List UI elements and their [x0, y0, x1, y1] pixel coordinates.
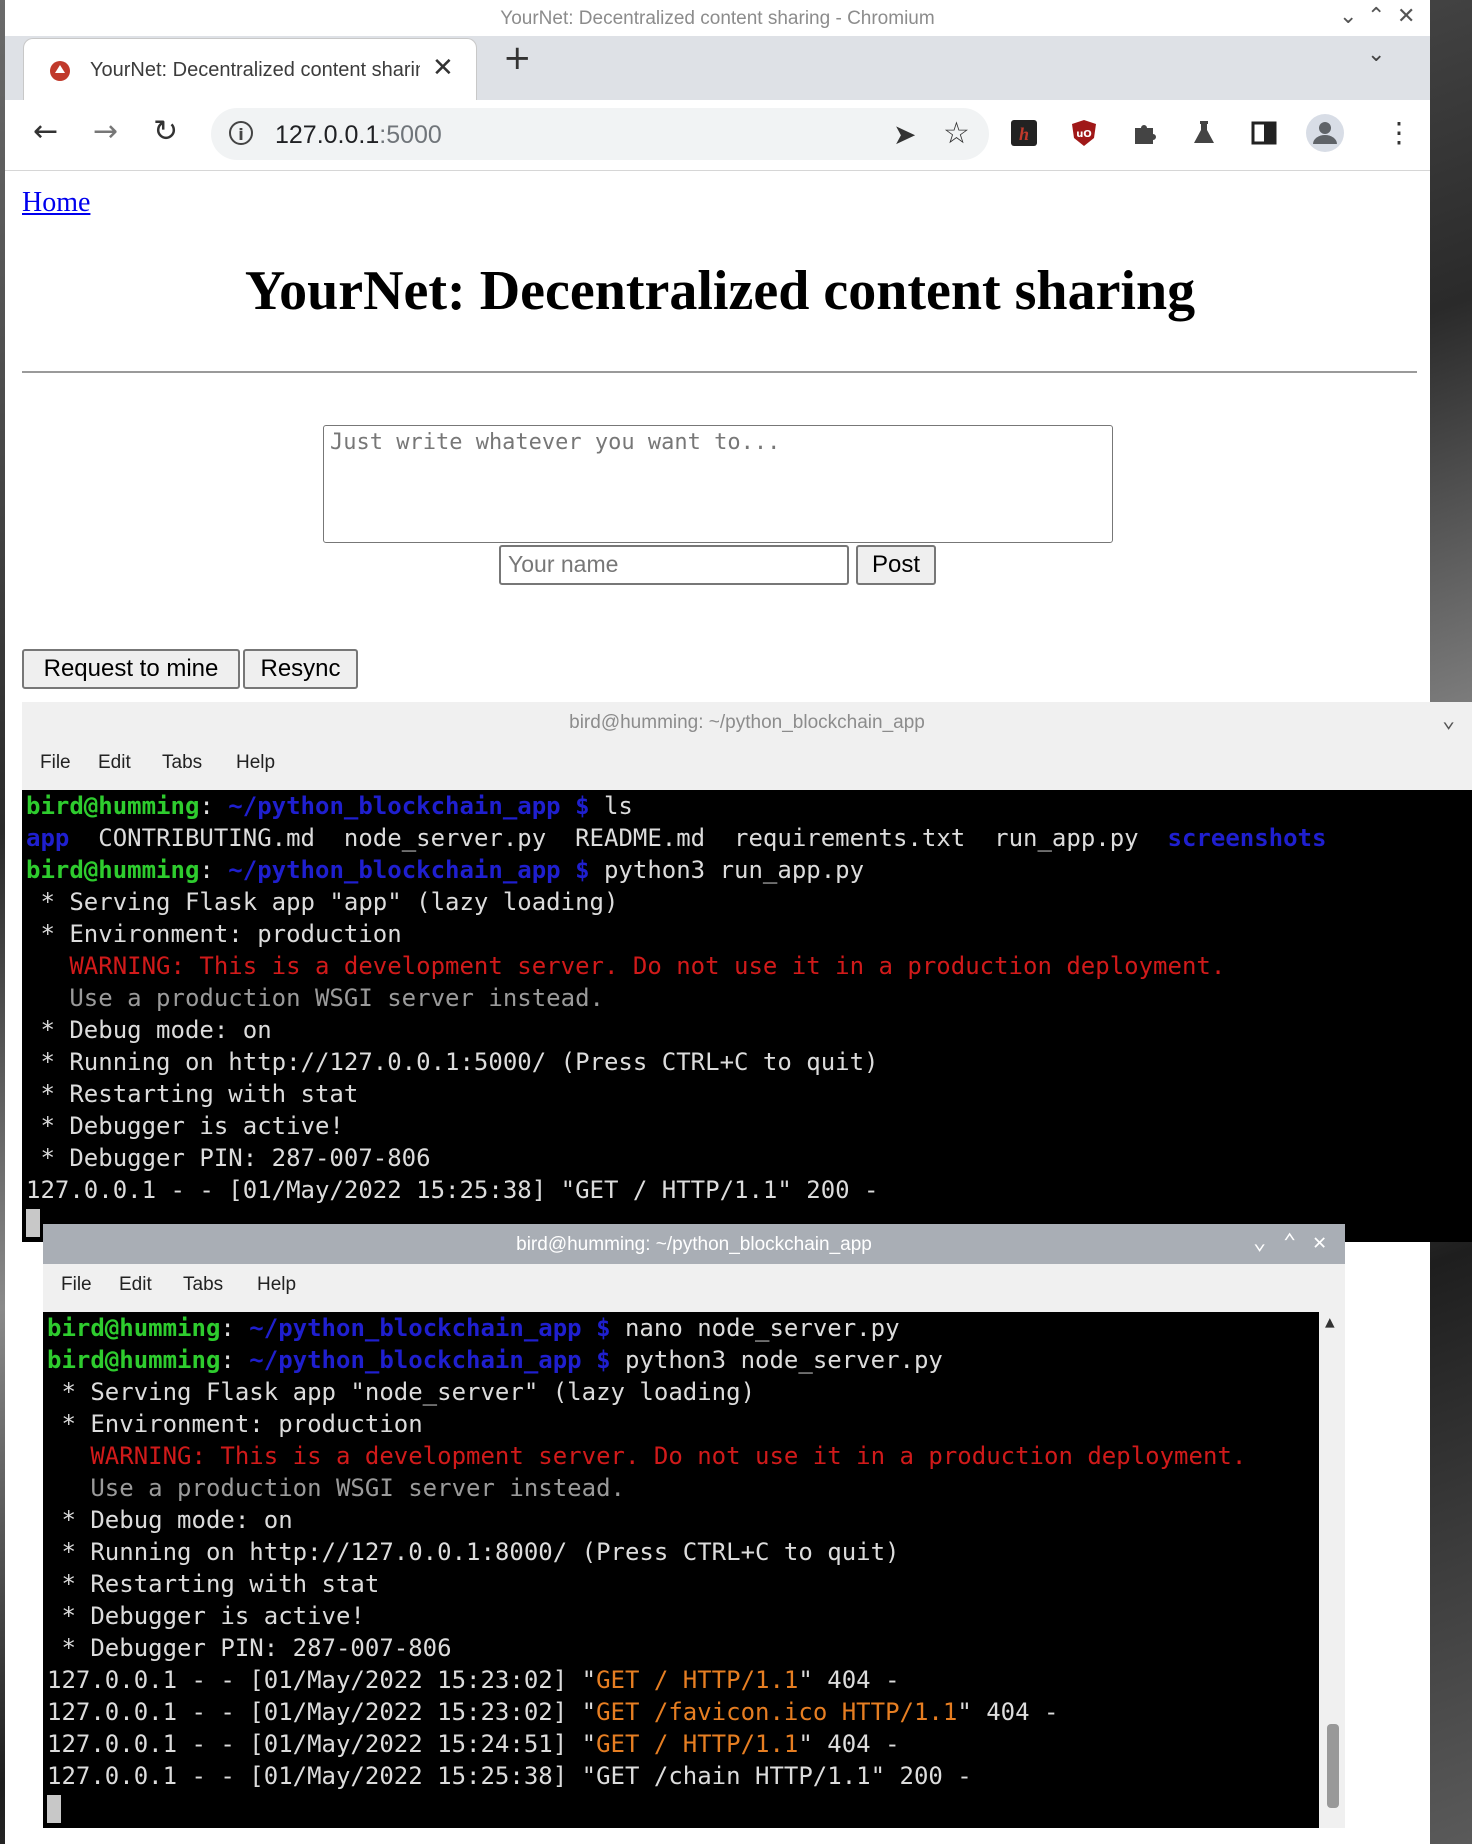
maximize-icon[interactable]: ⌃ [1367, 4, 1385, 29]
terminal-line: * Debugger is active! [47, 1602, 365, 1630]
window-titlebar: YourNet: Decentralized content sharing -… [5, 0, 1430, 36]
favicon-icon [50, 61, 70, 81]
menu-tabs[interactable]: Tabs [162, 752, 202, 774]
terminal2-menubar: File Edit Tabs Help [43, 1264, 1345, 1312]
terminal-line: bird@humming: ~/python_blockchain_app $ … [26, 856, 865, 884]
resync-button[interactable]: Resync [243, 649, 358, 689]
tab-title: YourNet: Decentralized content sharing [90, 59, 420, 81]
terminal-log-line: 127.0.0.1 - - [01/May/2022 15:25:38] "GE… [47, 1762, 972, 1790]
terminal-line: * Environment: production [47, 1410, 423, 1438]
menu-tabs[interactable]: Tabs [183, 1274, 223, 1296]
menu-file[interactable]: File [40, 752, 71, 774]
terminal-line: Use a production WSGI server instead. [47, 1474, 625, 1502]
tab-search-icon[interactable]: ⌄ [1367, 42, 1385, 67]
terminal-line: Use a production WSGI server instead. [26, 984, 604, 1012]
terminal-line: 127.0.0.1 - - [01/May/2022 15:25:38] "GE… [26, 1176, 879, 1204]
terminal1-menubar: File Edit Tabs Help [22, 742, 1472, 790]
terminal-line: bird@humming: ~/python_blockchain_app $ … [26, 792, 633, 820]
labs-flask-icon[interactable] [1189, 118, 1219, 148]
terminal-window-2: bird@humming: ~/python_blockchain_app ⌄ … [43, 1224, 1345, 1828]
menu-edit[interactable]: Edit [119, 1274, 152, 1296]
site-info-icon[interactable]: i [229, 121, 253, 145]
reload-icon[interactable]: ↻ [153, 114, 178, 149]
request-to-mine-button[interactable]: Request to mine [22, 649, 240, 689]
post-button[interactable]: Post [856, 545, 936, 585]
terminal-log-line: 127.0.0.1 - - [01/May/2022 15:23:02] "GE… [47, 1698, 1059, 1726]
terminal-line: * Serving Flask app "node_server" (lazy … [47, 1378, 756, 1406]
terminal-line: * Running on http://127.0.0.1:8000/ (Pre… [47, 1538, 900, 1566]
terminal-cursor [47, 1795, 61, 1823]
forward-icon[interactable]: → [93, 114, 118, 149]
terminal-cursor [26, 1209, 40, 1237]
scrollbar-thumb[interactable] [1327, 1724, 1339, 1808]
menu-kebab-icon[interactable]: ⋮ [1385, 116, 1413, 149]
new-tab-icon[interactable]: + [503, 38, 532, 78]
terminal-warning-line: WARNING: This is a development server. D… [47, 1442, 1247, 1470]
divider [22, 371, 1417, 373]
terminal-warning-line: WARNING: This is a development server. D… [26, 952, 1226, 980]
terminal-window-1: bird@humming: ~/python_blockchain_app ⌄ … [22, 702, 1472, 1242]
extensions-puzzle-icon[interactable] [1129, 118, 1159, 148]
terminal2-titlebar: bird@humming: ~/python_blockchain_app ⌄ … [43, 1224, 1345, 1264]
terminal-line: * Debug mode: on [47, 1506, 293, 1534]
hypothesis-extension-icon[interactable]: h [1009, 118, 1039, 148]
terminal1-minimize-icon[interactable]: ⌄ [1442, 708, 1455, 733]
name-input[interactable]: Your name [499, 545, 849, 585]
post-textarea[interactable]: Just write whatever you want to... [323, 425, 1113, 543]
terminal-line: * Restarting with stat [47, 1570, 380, 1598]
close-tab-icon[interactable]: ✕ [432, 53, 454, 83]
terminal-line: * Restarting with stat [26, 1080, 359, 1108]
terminal-log-line: 127.0.0.1 - - [01/May/2022 15:23:02] "GE… [47, 1666, 900, 1694]
page-title: YourNet: Decentralized content sharing [244, 260, 1196, 322]
terminal-log-line: 127.0.0.1 - - [01/May/2022 15:24:51] "GE… [47, 1730, 900, 1758]
terminal-line: * Running on http://127.0.0.1:5000/ (Pre… [26, 1048, 879, 1076]
terminal2-title: bird@humming: ~/python_blockchain_app [516, 1234, 872, 1255]
send-to-device-icon[interactable]: ➤ [893, 118, 916, 151]
terminal-line: bird@humming: ~/python_blockchain_app $ … [47, 1346, 943, 1374]
terminal2-close-icon[interactable]: ✕ [1313, 1230, 1326, 1255]
svg-text:h: h [1019, 124, 1029, 144]
terminal-line: * Debugger is active! [26, 1112, 344, 1140]
browser-toolbar: ← → ↻ i 127.0.0.1:5000 ➤ ☆ h uO ⋮ [5, 100, 1430, 171]
menu-edit[interactable]: Edit [98, 752, 131, 774]
terminal-line: * Environment: production [26, 920, 402, 948]
terminal-line: * Debug mode: on [26, 1016, 272, 1044]
terminal1-output[interactable]: bird@humming: ~/python_blockchain_app $ … [22, 790, 1472, 1242]
window-title: YourNet: Decentralized content sharing -… [500, 8, 935, 29]
ublock-shield-icon[interactable]: uO [1069, 118, 1099, 148]
minimize-icon[interactable]: ⌄ [1339, 4, 1357, 29]
terminal2-minimize-icon[interactable]: ⌄ [1253, 1230, 1266, 1255]
terminal2-output[interactable]: bird@humming: ~/python_blockchain_app $ … [43, 1312, 1319, 1828]
menu-help[interactable]: Help [257, 1274, 296, 1296]
scroll-up-icon[interactable]: ▲ [1325, 1312, 1335, 1331]
browser-tab[interactable]: YourNet: Decentralized content sharing ✕ [23, 38, 477, 101]
back-icon[interactable]: ← [33, 114, 58, 149]
close-window-icon[interactable]: ✕ [1397, 4, 1415, 29]
terminal-line: bird@humming: ~/python_blockchain_app $ … [47, 1314, 900, 1342]
terminal2-maximize-icon[interactable]: ⌃ [1283, 1230, 1296, 1255]
svg-text:uO: uO [1076, 129, 1092, 140]
tab-strip: YourNet: Decentralized content sharing ✕… [5, 36, 1430, 101]
terminal2-scrollbar[interactable]: ▲ [1319, 1312, 1345, 1828]
menu-help[interactable]: Help [236, 752, 275, 774]
terminal1-titlebar: bird@humming: ~/python_blockchain_app ⌄ [22, 702, 1472, 742]
menu-file[interactable]: File [61, 1274, 92, 1296]
home-link[interactable]: Home [22, 187, 90, 219]
side-panel-icon[interactable] [1249, 118, 1279, 148]
terminal-cursor-line [47, 1792, 61, 1824]
terminal1-title: bird@humming: ~/python_blockchain_app [569, 712, 925, 733]
bookmark-star-icon[interactable]: ☆ [943, 116, 970, 151]
url-text[interactable]: 127.0.0.1:5000 [275, 121, 442, 150]
terminal-line: app CONTRIBUTING.md node_server.py READM… [26, 824, 1327, 852]
terminal-line: * Debugger PIN: 287-007-806 [26, 1144, 431, 1172]
terminal-cursor-line [26, 1206, 40, 1238]
address-bar[interactable]: i 127.0.0.1:5000 ➤ ☆ [211, 108, 989, 160]
profile-avatar-icon[interactable] [1305, 113, 1345, 153]
terminal-line: * Serving Flask app "app" (lazy loading) [26, 888, 619, 916]
terminal-line: * Debugger PIN: 287-007-806 [47, 1634, 452, 1662]
